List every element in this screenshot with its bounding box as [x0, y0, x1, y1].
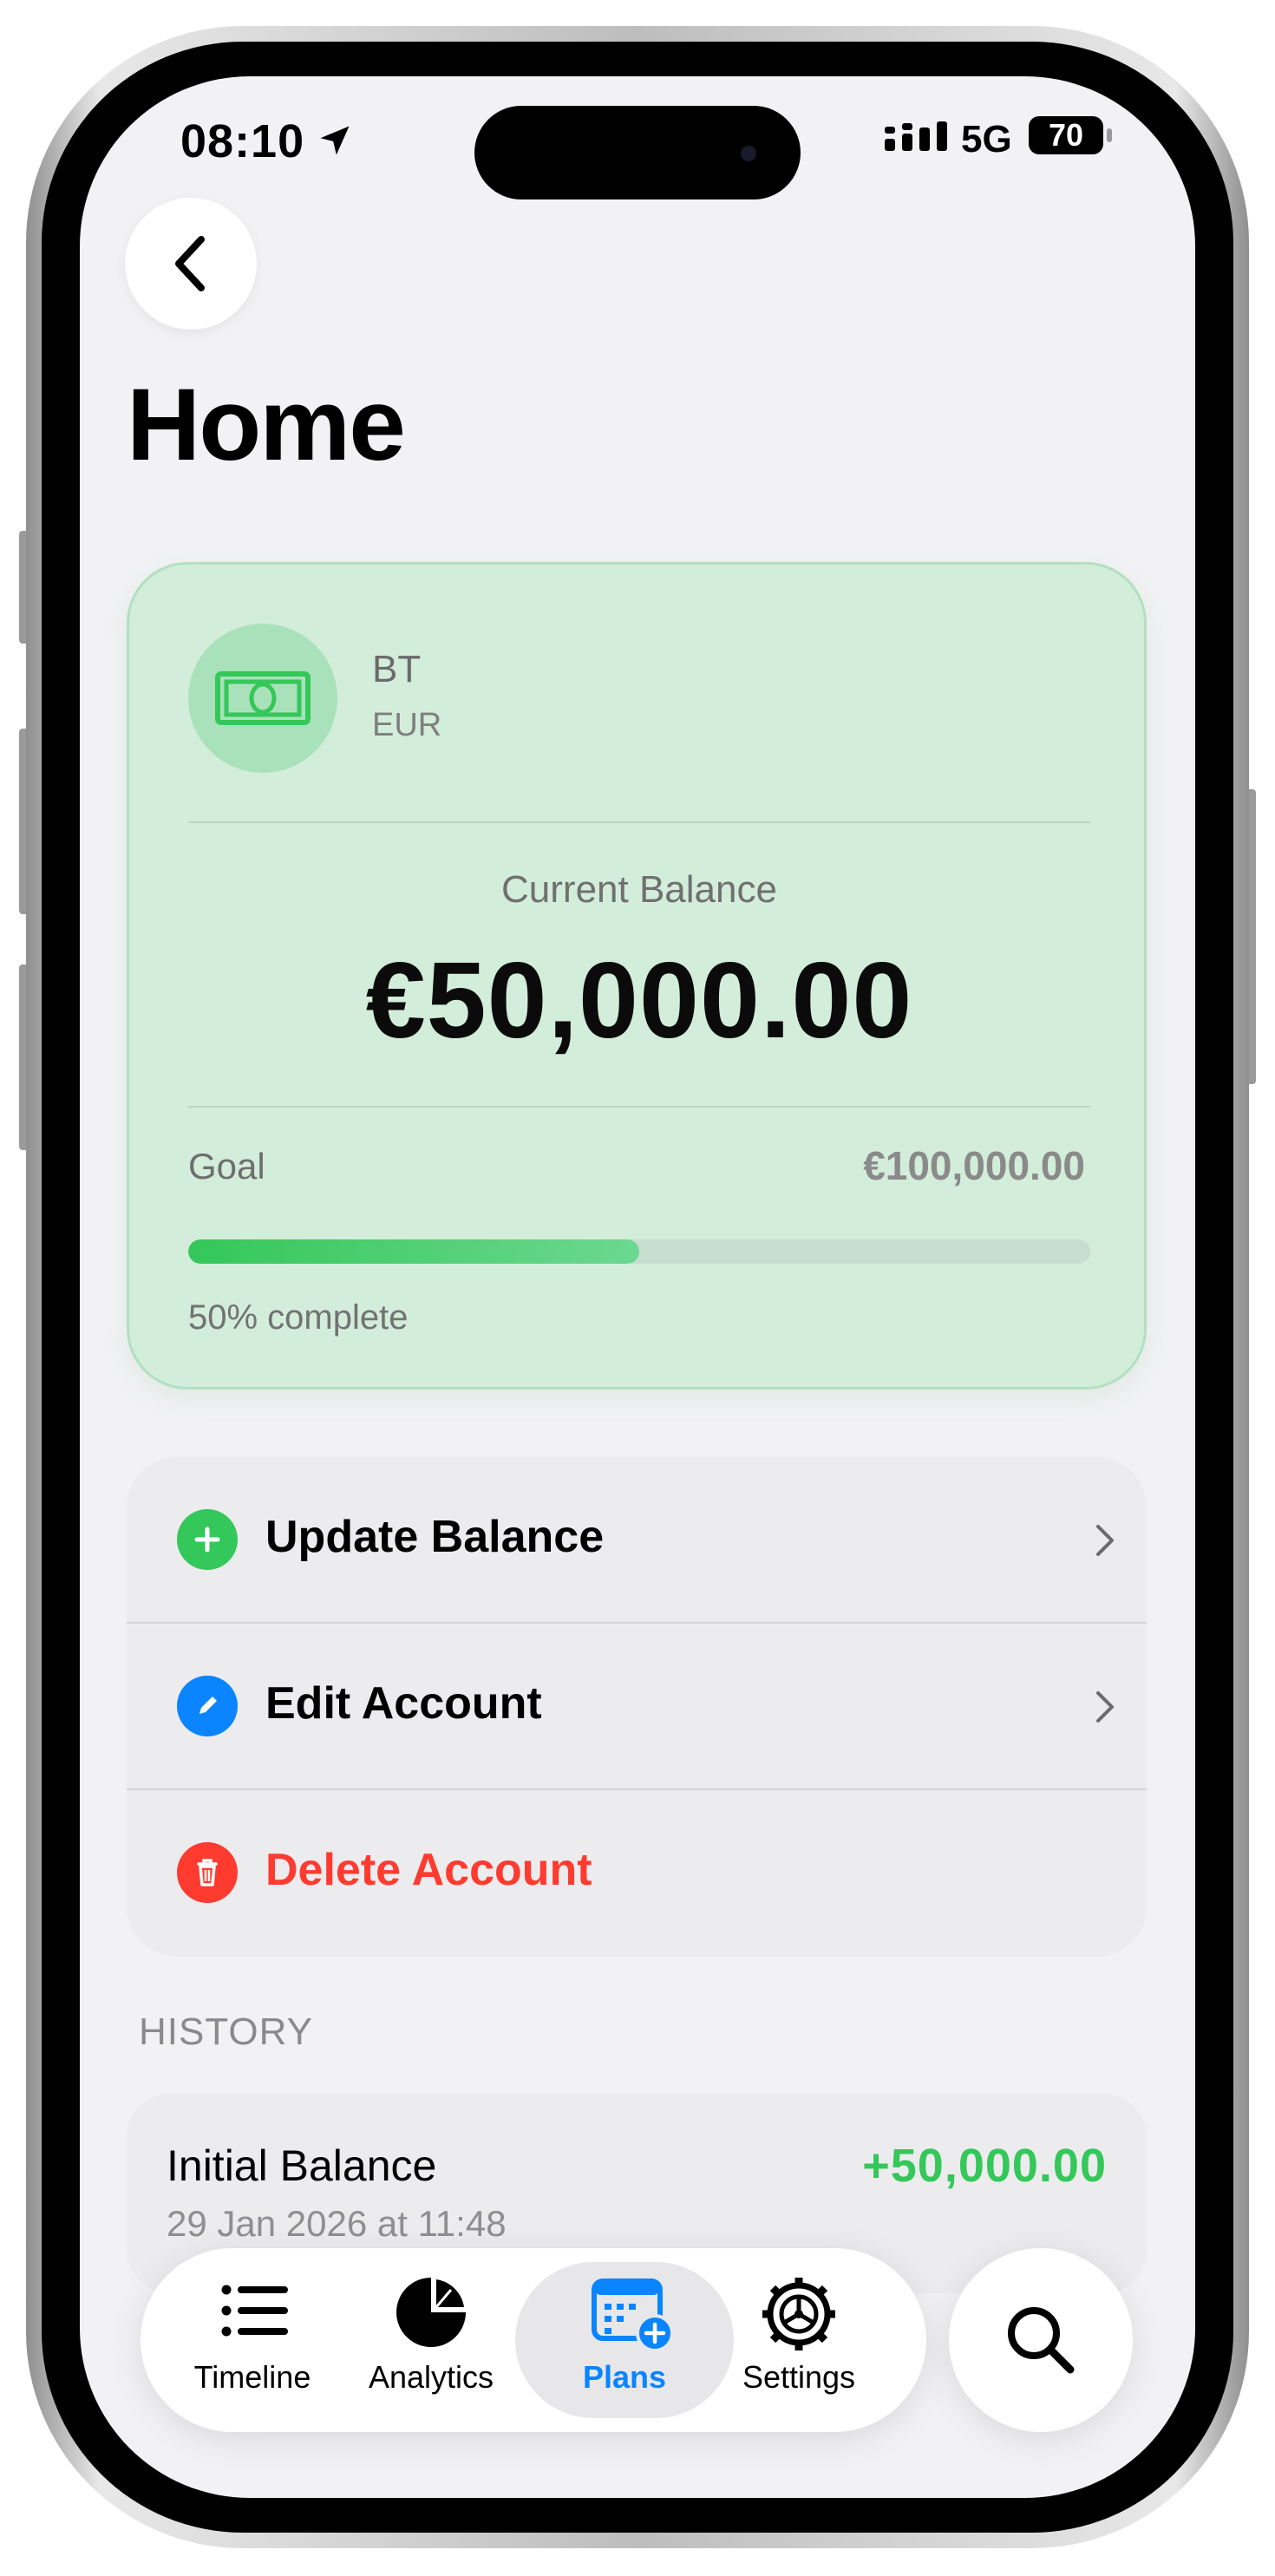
account-card: BT EUR Current Balance €50,000.00 Goal €…: [127, 562, 1147, 1389]
tab-bar: Timeline Analytics Plans Settings: [141, 2248, 926, 2432]
tab-label: Settings: [742, 2359, 856, 2395]
tab-plans[interactable]: Plans: [533, 2248, 716, 2432]
list-icon: [221, 2285, 288, 2337]
goal-label: Goal: [188, 1146, 265, 1187]
progress-text: 50% complete: [188, 1298, 409, 1337]
tab-timeline[interactable]: Timeline: [161, 2248, 343, 2432]
back-button[interactable]: [125, 198, 257, 330]
tab-label: Analytics: [368, 2359, 494, 2395]
history-item-title: Initial Balance: [167, 2141, 437, 2190]
trash-icon: [177, 1842, 238, 1903]
pie-chart-icon: [396, 2278, 466, 2347]
chevron-left-icon: [175, 236, 205, 291]
action-label: Update Balance: [265, 1512, 605, 1562]
delete-account-button[interactable]: Delete Account: [127, 1790, 1147, 1955]
plus-icon: [177, 1509, 238, 1570]
screen: 08:10 5G 70 Home BT EUR Current Balance …: [80, 76, 1195, 2498]
account-actions-group: Update Balance Edit Account Delete Accou…: [127, 1457, 1147, 1957]
card-divider: [188, 821, 1090, 823]
chevron-right-icon: [1096, 1691, 1114, 1723]
goal-progress-bar: [188, 1239, 1090, 1264]
search-button[interactable]: [949, 2248, 1133, 2432]
account-name: BT: [372, 648, 422, 690]
tab-label: Plans: [582, 2359, 667, 2395]
history-section-title: HISTORY: [139, 2010, 313, 2053]
cellular-signal-icon: [885, 121, 947, 151]
camera-dot: [741, 146, 756, 161]
tab-analytics[interactable]: Analytics: [340, 2248, 522, 2432]
battery-cap: [1107, 128, 1112, 142]
gear-icon: [762, 2278, 835, 2350]
edit-account-button[interactable]: Edit Account: [127, 1624, 1147, 1788]
battery-indicator: 70: [1029, 116, 1103, 154]
action-label: Delete Account: [265, 1845, 592, 1895]
pencil-icon: [177, 1676, 238, 1736]
balance-amount: €50,000.00: [365, 941, 913, 1061]
action-label: Edit Account: [265, 1678, 542, 1729]
chevron-right-icon: [1096, 1525, 1114, 1556]
calendar-plus-icon: [592, 2279, 674, 2352]
tab-label: Timeline: [193, 2359, 311, 2395]
tab-settings[interactable]: Settings: [708, 2248, 890, 2432]
balance-label: Current Balance: [501, 868, 777, 911]
card-divider: [188, 1106, 1090, 1108]
history-item-amount: +50,000.00: [862, 2140, 1107, 2192]
update-balance-button[interactable]: Update Balance: [127, 1457, 1147, 1622]
search-icon: [1008, 2307, 1075, 2374]
account-currency: EUR: [372, 707, 442, 743]
location-arrow-icon: [320, 126, 350, 155]
goal-amount: €100,000.00: [863, 1143, 1085, 1188]
banknote-icon: [215, 671, 311, 725]
account-icon-badge: [188, 624, 337, 773]
page-title: Home: [127, 368, 406, 482]
goal-progress-fill: [188, 1239, 639, 1264]
network-type: 5G: [961, 118, 1012, 160]
status-time: 08:10: [180, 115, 305, 167]
history-item-date: 29 Jan 2026 at 11:48: [167, 2203, 507, 2244]
